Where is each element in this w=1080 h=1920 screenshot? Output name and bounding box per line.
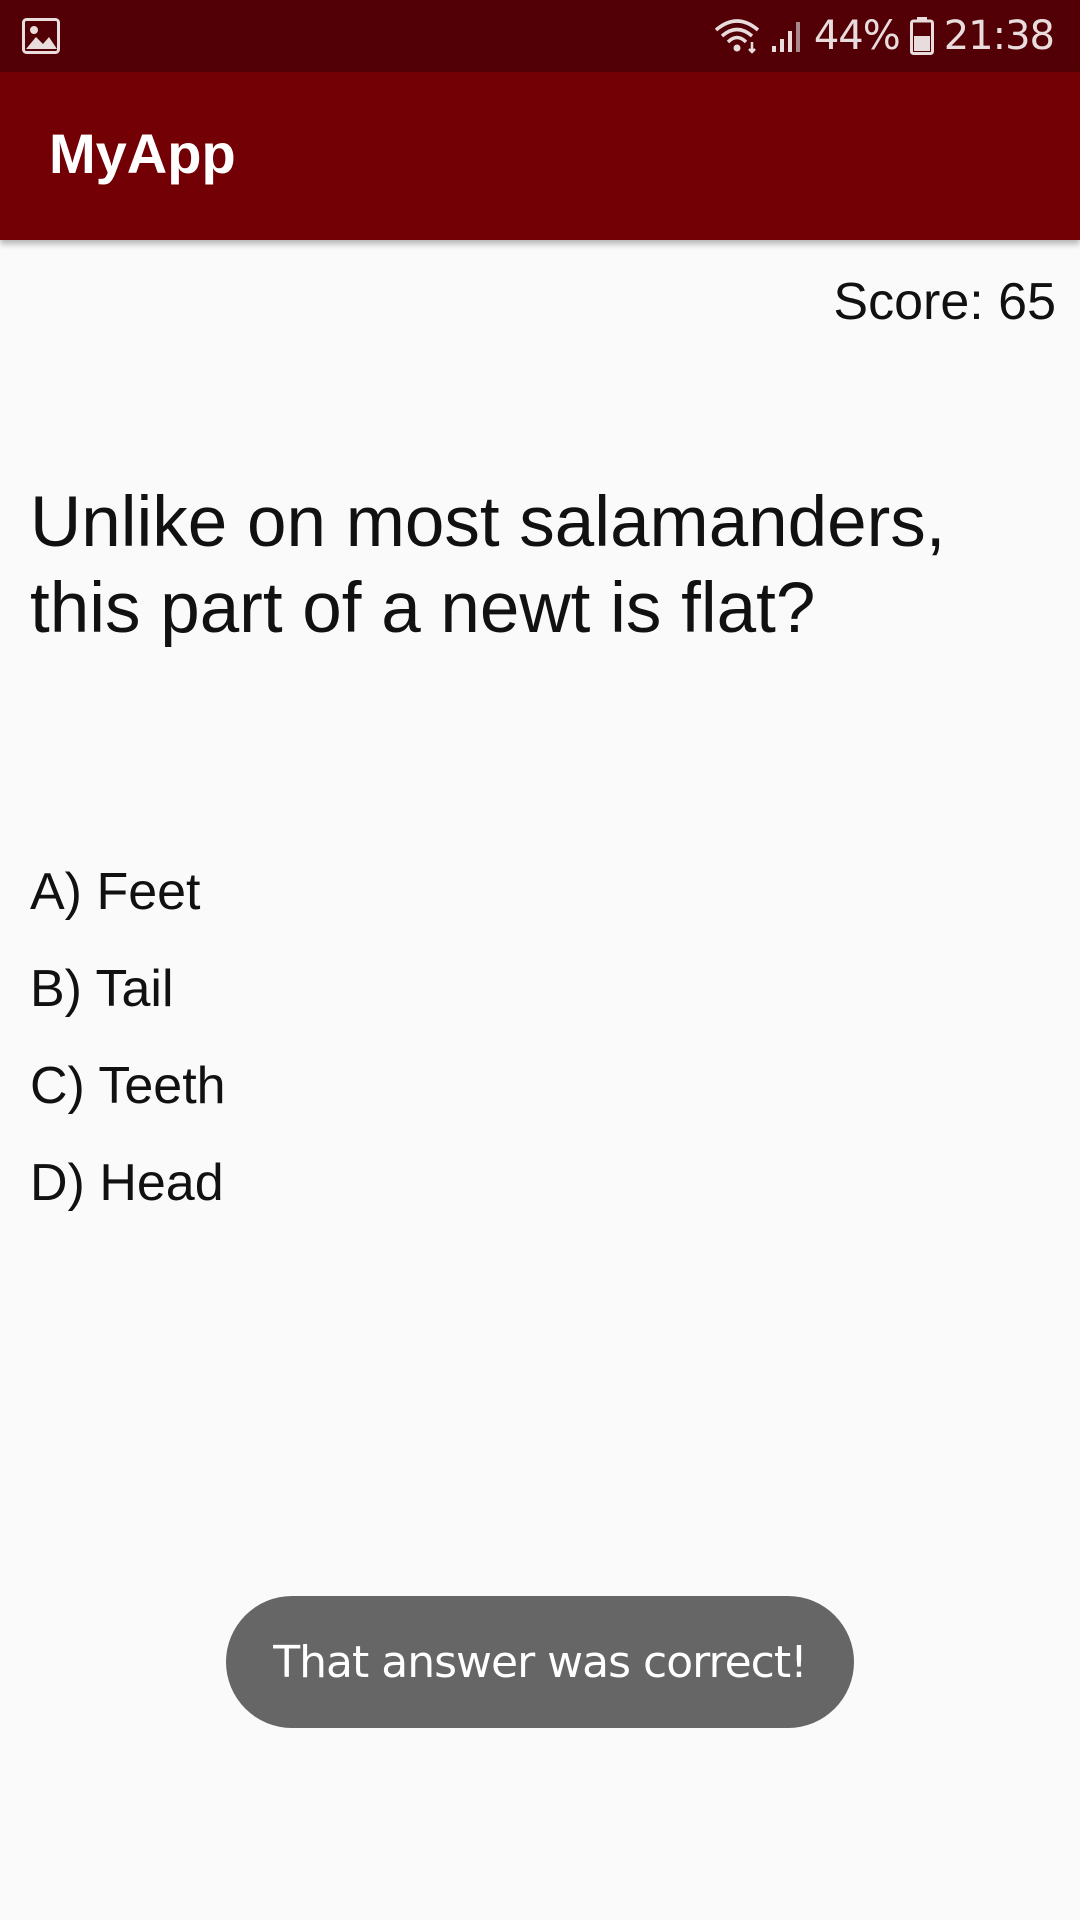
battery-percent: 44%: [813, 13, 901, 59]
quiz-screen: 44% 21:38 MyApp Score: 65 Unlike on most…: [0, 0, 1080, 1920]
signal-icon: [770, 18, 804, 54]
status-bar: 44% 21:38: [0, 0, 1080, 72]
status-indicators: 44% 21:38: [714, 0, 1055, 72]
option-c[interactable]: C) Teeth: [30, 1038, 226, 1135]
toast-text: That answer was correct!: [273, 1636, 807, 1688]
score-label: Score: 65: [833, 273, 1056, 331]
wifi-icon: [714, 18, 760, 54]
answer-options: A) Feet B) Tail C) Teeth D) Head: [30, 844, 226, 1232]
app-title: MyApp: [49, 122, 236, 185]
option-b[interactable]: B) Tail: [30, 941, 226, 1038]
toast-message: That answer was correct!: [226, 1596, 854, 1728]
clock: 21:38: [943, 13, 1055, 59]
question-text: Unlike on most salamanders, this part of…: [30, 483, 946, 648]
gallery-notification-icon: [22, 18, 60, 54]
option-a[interactable]: A) Feet: [30, 844, 226, 941]
battery-icon: [909, 17, 934, 55]
option-d[interactable]: D) Head: [30, 1135, 226, 1232]
app-bar: MyApp: [0, 72, 1080, 240]
